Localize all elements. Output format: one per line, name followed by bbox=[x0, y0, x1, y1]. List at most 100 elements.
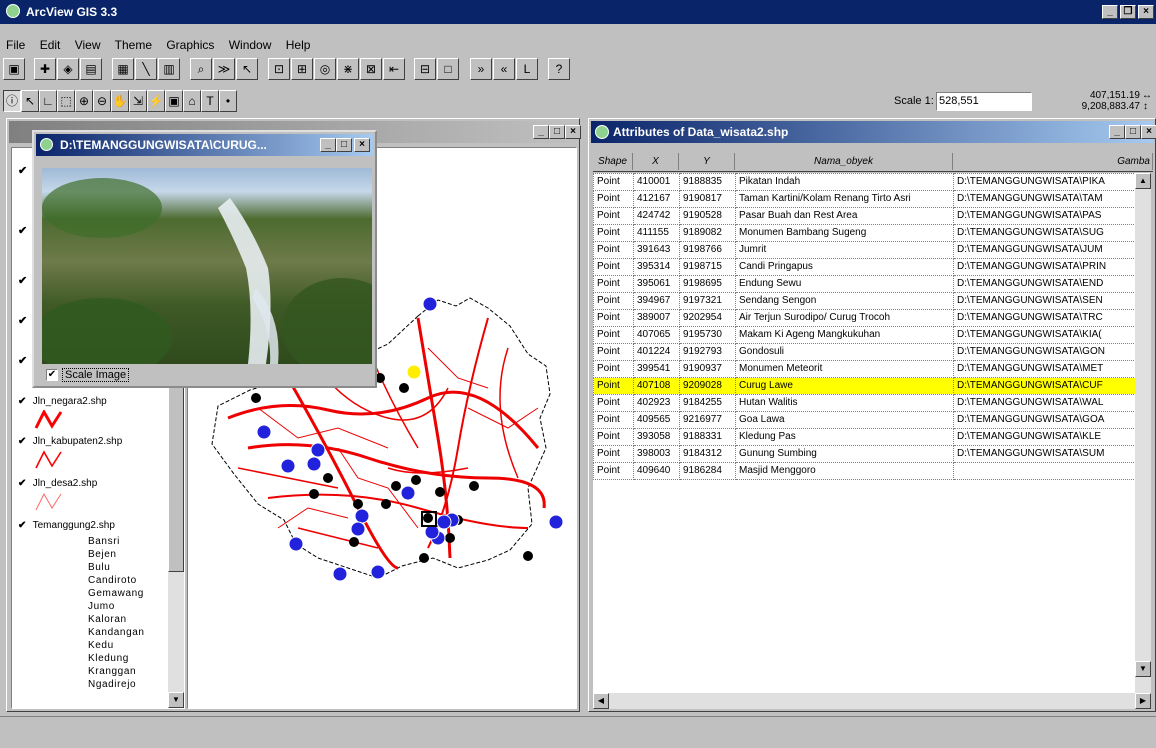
toc-check-1[interactable]: ✔ bbox=[18, 164, 27, 177]
legend-jln-negara[interactable]: ✔ Jln_negara2.shp bbox=[18, 396, 107, 407]
pan-icon[interactable]: ✋ bbox=[111, 90, 129, 112]
table-cell[interactable]: D:\TEMANGGUNGWISATA\GOA bbox=[953, 411, 1135, 429]
locate-icon[interactable]: ≫ bbox=[213, 58, 235, 80]
draw-point-icon[interactable]: • bbox=[219, 90, 237, 112]
table-cell[interactable]: D:\TEMANGGUNGWISATA\KIA( bbox=[953, 326, 1135, 344]
zoom-in-fixed-icon[interactable]: ⋇ bbox=[337, 58, 359, 80]
scroll-up-button[interactable]: ▲ bbox=[1135, 173, 1151, 189]
table-cell[interactable]: Taman Kartini/Kolam Renang Tirto Asri bbox=[735, 190, 954, 208]
table-cell[interactable]: Endung Sewu bbox=[735, 275, 954, 293]
table-cell[interactable]: 409640 bbox=[633, 462, 680, 480]
table-cell[interactable]: Goa Lawa bbox=[735, 411, 954, 429]
zoom-in-icon[interactable]: ⊕ bbox=[75, 90, 93, 112]
table-cell[interactable]: 394967 bbox=[633, 292, 680, 310]
table-cell[interactable]: 9202954 bbox=[679, 309, 736, 327]
table-cell[interactable]: Point bbox=[593, 207, 634, 225]
save-project-icon[interactable]: ▣ bbox=[3, 58, 25, 80]
table-cell[interactable]: 9195730 bbox=[679, 326, 736, 344]
table-cell[interactable]: D:\TEMANGGUNGWISATA\PRIN bbox=[953, 258, 1135, 276]
pointer-icon[interactable]: ↖ bbox=[21, 90, 39, 112]
add-theme-icon[interactable]: ✚ bbox=[34, 58, 56, 80]
table-cell[interactable]: 407065 bbox=[633, 326, 680, 344]
table-cell[interactable]: Point bbox=[593, 292, 634, 310]
attributes-close-button[interactable]: × bbox=[1141, 125, 1156, 139]
table-row[interactable]: Point 399541 9190937 Monumen Meteorit D:\TEM… bbox=[593, 360, 1135, 378]
table-cell[interactable]: 411155 bbox=[633, 224, 680, 242]
table-cell[interactable]: 399541 bbox=[633, 360, 680, 378]
table-cell[interactable]: 9184255 bbox=[679, 394, 736, 412]
table-cell[interactable]: 389007 bbox=[633, 309, 680, 327]
label-icon[interactable]: L bbox=[516, 58, 538, 80]
image-minimize-button[interactable]: _ bbox=[320, 138, 336, 152]
table-cell[interactable] bbox=[953, 462, 1135, 480]
table-cell[interactable]: 391643 bbox=[633, 241, 680, 259]
table-cell[interactable]: 9190528 bbox=[679, 207, 736, 225]
table-cell[interactable]: D:\TEMANGGUNGWISATA\GON bbox=[953, 343, 1135, 361]
table-cell[interactable]: Point bbox=[593, 445, 634, 463]
vertex-edit-icon[interactable]: ∟ bbox=[39, 90, 57, 112]
table-row[interactable]: Point 391643 9198766 Jumrit D:\TEMANGGUNGWIS… bbox=[593, 241, 1135, 259]
table-cell[interactable]: 9188835 bbox=[679, 173, 736, 191]
table-cell[interactable]: 9209028 bbox=[679, 377, 736, 395]
table-cell[interactable]: D:\TEMANGGUNGWISATA\CUF bbox=[953, 377, 1135, 395]
layout-icon[interactable]: ▥ bbox=[158, 58, 180, 80]
view-close-button[interactable]: × bbox=[565, 125, 581, 139]
query-builder-icon[interactable]: ↖ bbox=[236, 58, 258, 80]
column-header-y[interactable]: Y bbox=[679, 153, 735, 170]
table-row[interactable]: Point 411155 9189082 Monumen Bambang Sugeng… bbox=[593, 224, 1135, 242]
table-cell[interactable]: D:\TEMANGGUNGWISATA\PAS bbox=[953, 207, 1135, 225]
table-row[interactable]: Point 407108 9209028 Curug Lawe D:\TEMANGGUN… bbox=[593, 377, 1135, 395]
table-cell[interactable]: 395061 bbox=[633, 275, 680, 293]
table-cell[interactable]: D:\TEMANGGUNGWISATA\WAL bbox=[953, 394, 1135, 412]
table-cell[interactable]: Sendang Sengon bbox=[735, 292, 954, 310]
table-cell[interactable]: 9190937 bbox=[679, 360, 736, 378]
table-cell[interactable]: D:\TEMANGGUNGWISATA\SUM bbox=[953, 445, 1135, 463]
attributes-minimize-button[interactable]: _ bbox=[1109, 125, 1125, 139]
app-minimize-button[interactable]: _ bbox=[1102, 5, 1118, 19]
table-cell[interactable]: Point bbox=[593, 326, 634, 344]
table-row[interactable]: Point 409565 9216977 Goa Lawa D:\TEMANGGUNGW… bbox=[593, 411, 1135, 429]
identify-icon[interactable]: ⓘ bbox=[3, 90, 21, 112]
table-cell[interactable]: Air Terjun Surodipo/ Curug Trocoh bbox=[735, 309, 954, 327]
next-icon[interactable]: » bbox=[470, 58, 492, 80]
table-cell[interactable]: Point bbox=[593, 258, 634, 276]
table-cell[interactable]: D:\TEMANGGUNGWISATA\SEN bbox=[953, 292, 1135, 310]
scroll-right-button[interactable]: ▶ bbox=[1135, 693, 1151, 709]
menu-file[interactable]: File bbox=[6, 38, 25, 52]
toc-check-2[interactable]: ✔ bbox=[18, 224, 27, 237]
table-cell[interactable]: 398003 bbox=[633, 445, 680, 463]
area-of-interest-icon[interactable]: ▣ bbox=[165, 90, 183, 112]
view-maximize-button[interactable]: □ bbox=[549, 125, 565, 139]
select-feature-icon[interactable]: ⬚ bbox=[57, 90, 75, 112]
attributes-vertical-scrollbar[interactable]: ▲ ▼ bbox=[1135, 173, 1151, 693]
app-close-button[interactable]: × bbox=[1138, 5, 1154, 19]
table-row[interactable]: Point 395314 9198715 Candi Pringapus D:\TEMA… bbox=[593, 258, 1135, 276]
draw-line-icon[interactable]: ╲ bbox=[135, 58, 157, 80]
menu-help[interactable]: Help bbox=[286, 38, 311, 52]
table-cell[interactable]: Jumrit bbox=[735, 241, 954, 259]
table-cell[interactable]: Pasar Buah dan Rest Area bbox=[735, 207, 954, 225]
table-cell[interactable]: Point bbox=[593, 275, 634, 293]
table-cell[interactable]: 9198695 bbox=[679, 275, 736, 293]
scroll-down-button[interactable]: ▼ bbox=[1135, 661, 1151, 677]
edit-legend-icon[interactable]: ▤ bbox=[80, 58, 102, 80]
table-row[interactable]: Point 409640 9186284 Masjid Menggoro bbox=[593, 462, 1135, 480]
table-cell[interactable]: Point bbox=[593, 360, 634, 378]
zoom-full-extent-icon[interactable]: ⊡ bbox=[268, 58, 290, 80]
table-cell[interactable]: D:\TEMANGGUNGWISATA\MET bbox=[953, 360, 1135, 378]
table-row[interactable]: Point 395061 9198695 Endung Sewu D:\TEMANGGU… bbox=[593, 275, 1135, 293]
table-cell[interactable]: D:\TEMANGGUNGWISATA\SUG bbox=[953, 224, 1135, 242]
legend-jln-desa[interactable]: ✔ Jln_desa2.shp bbox=[18, 478, 97, 489]
table-cell[interactable]: Curug Lawe bbox=[735, 377, 954, 395]
scale-image-check-icon[interactable]: ✔ bbox=[46, 369, 58, 381]
table-cell[interactable]: Point bbox=[593, 343, 634, 361]
table-cell[interactable]: Point bbox=[593, 377, 634, 395]
table-cell[interactable]: Point bbox=[593, 411, 634, 429]
table-cell[interactable]: Makam Ki Ageng Mangkukuhan bbox=[735, 326, 954, 344]
table-cell[interactable]: 395314 bbox=[633, 258, 680, 276]
table-cell[interactable]: D:\TEMANGGUNGWISATA\KLE bbox=[953, 428, 1135, 446]
table-row[interactable]: Point 407065 9195730 Makam Ki Ageng Mangkuk… bbox=[593, 326, 1135, 344]
app-restore-button[interactable]: ❐ bbox=[1120, 5, 1136, 19]
table-cell[interactable]: 9186284 bbox=[679, 462, 736, 480]
zoom-selected-icon[interactable]: ◎ bbox=[314, 58, 336, 80]
